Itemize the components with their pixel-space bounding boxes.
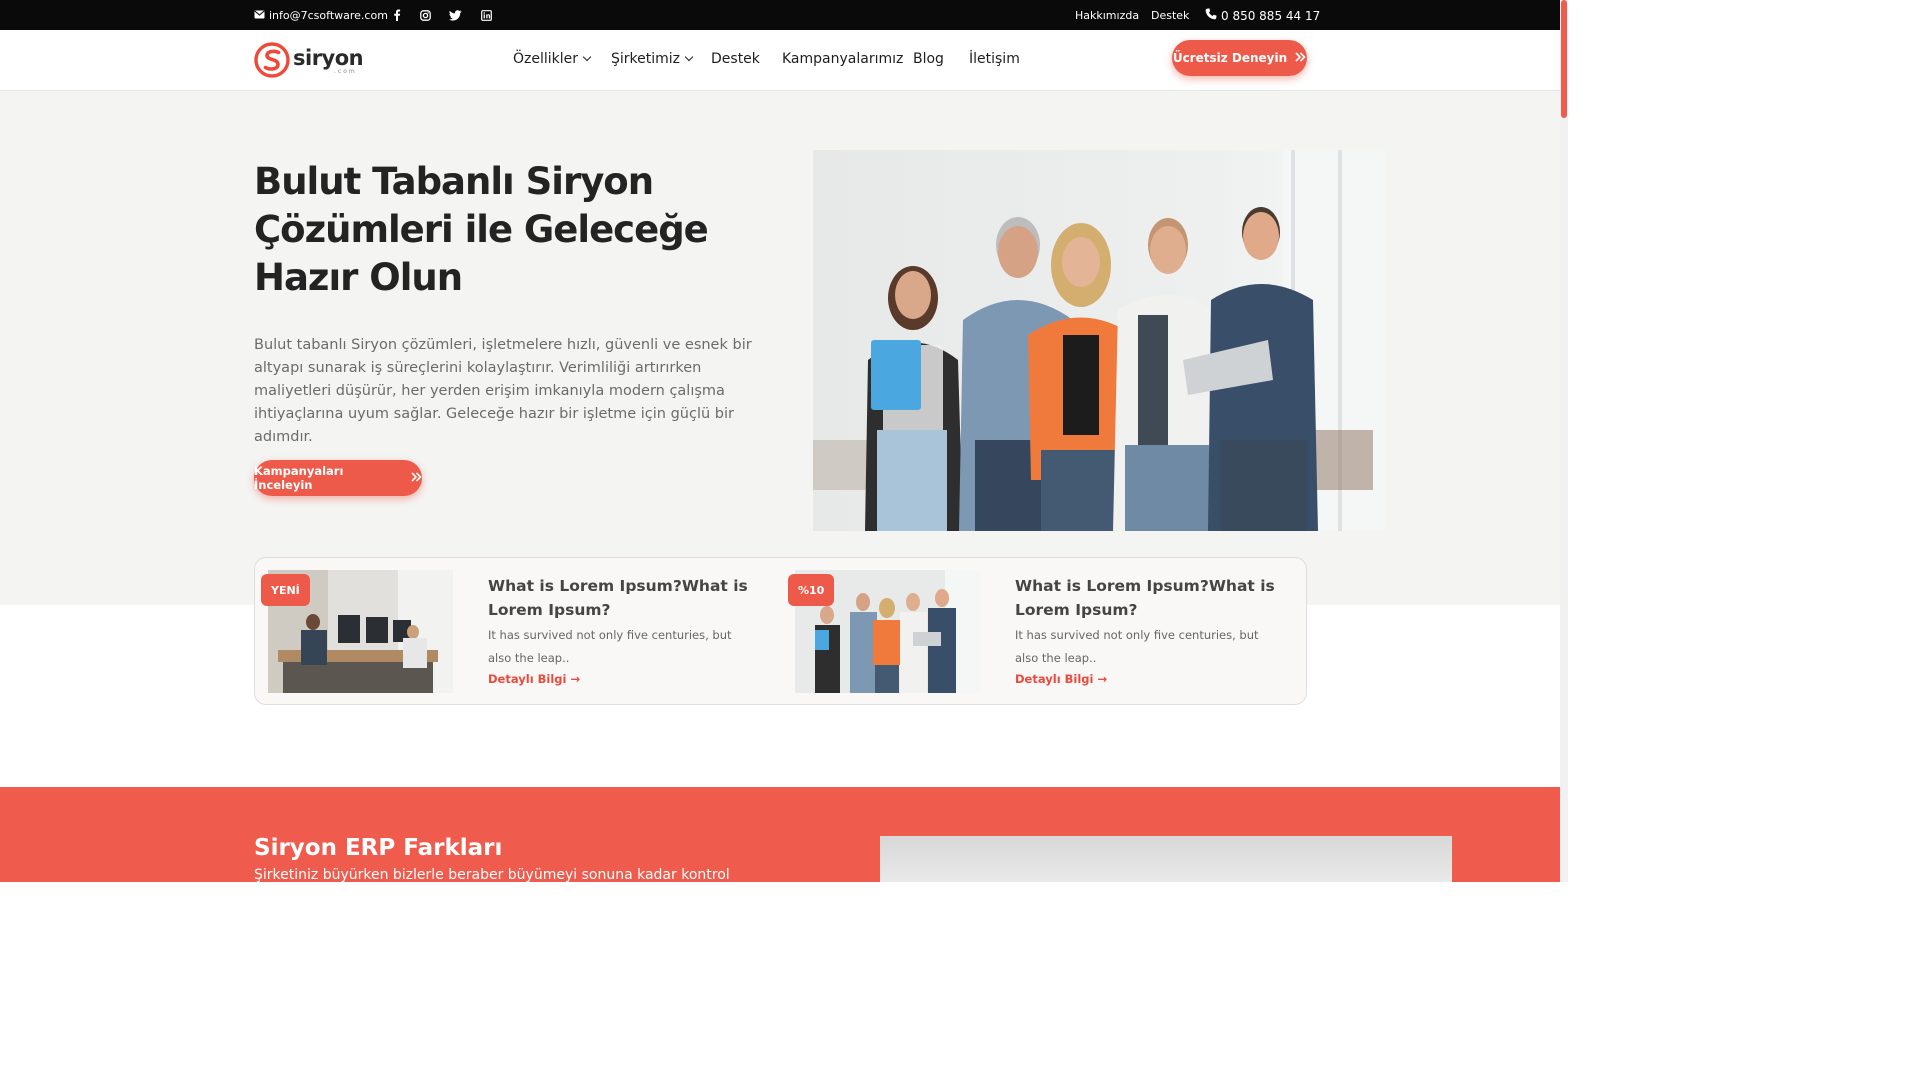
topbar-link-support[interactable]: Destek	[1151, 9, 1189, 22]
section-title: Siryon ERP Farkları	[254, 835, 503, 861]
double-chevron-right-icon	[411, 471, 422, 485]
hero-team-photo	[813, 150, 1385, 531]
facebook-icon[interactable]	[390, 8, 404, 22]
card-detail-link[interactable]: Detaylı Bilgi →	[1015, 672, 1107, 686]
topbar-link-about[interactable]: Hakkımızda	[1075, 9, 1139, 22]
logo-wordmark: siryon	[293, 46, 364, 70]
hero-title: Bulut Tabanlı Siryon Çözümleri ile Gelec…	[254, 160, 709, 299]
nav-campaigns[interactable]: Kampanyalarımız	[782, 51, 903, 67]
hero-description: Bulut tabanlı Siryon çözümleri, işletmel…	[254, 337, 752, 445]
badge-discount: %10	[788, 574, 835, 606]
card-description: It has survived not only five centuries,…	[1015, 628, 1259, 665]
campaigns-button-label: Kampanyaları İnceleyin	[254, 464, 344, 492]
logo-mark-icon	[254, 42, 290, 78]
page-scrollbar[interactable]	[1560, 0, 1568, 882]
email-link[interactable]: info@7csoftware.com	[254, 9, 388, 22]
phone-icon	[1205, 8, 1217, 23]
scrollbar-thumb[interactable]	[1561, 0, 1567, 118]
section-image	[880, 836, 1452, 882]
nav-support[interactable]: Destek	[711, 51, 760, 67]
email-text: info@7csoftware.com	[269, 9, 388, 22]
nav-company[interactable]: Şirketimiz	[611, 51, 694, 67]
main-header: siryon .com Özellikler Şirketimiz Destek…	[0, 30, 1560, 91]
phone-link[interactable]: 0 850 885 44 17	[1205, 8, 1320, 23]
top-bar: info@7csoftware.com Hakkımızda Destek 0 …	[0, 0, 1560, 30]
card-title[interactable]: What is Lorem Ipsum?What is Lorem Ipsum?	[488, 574, 748, 622]
site-logo[interactable]: siryon .com	[254, 42, 364, 78]
double-chevron-right-icon	[1295, 51, 1306, 65]
chevron-down-icon	[582, 52, 592, 62]
badge-new: YENİ	[261, 574, 310, 606]
linkedin-icon[interactable]	[479, 8, 493, 22]
nav-contact[interactable]: İletişim	[969, 51, 1020, 67]
envelope-icon	[254, 9, 265, 22]
campaign-cards: YENİ What is Lorem Ipsum?What is Lorem I…	[254, 557, 1307, 705]
instagram-icon[interactable]	[418, 8, 432, 22]
chevron-down-icon	[684, 52, 694, 62]
card-detail-link[interactable]: Detaylı Bilgi →	[488, 672, 580, 686]
campaigns-button[interactable]: Kampanyaları İnceleyin	[254, 460, 422, 496]
nav-label: Şirketimiz	[611, 51, 681, 67]
nav-label: Özellikler	[513, 51, 579, 67]
free-trial-label: Ücretsiz Deneyin	[1172, 51, 1288, 65]
twitter-icon[interactable]	[448, 8, 462, 22]
nav-features[interactable]: Özellikler	[513, 51, 592, 67]
card-title[interactable]: What is Lorem Ipsum?What is Lorem Ipsum?	[1015, 574, 1275, 622]
erp-differences-section: Siryon ERP Farkları Şirketiniz büyürken …	[0, 787, 1560, 882]
card-description: It has survived not only five centuries,…	[488, 628, 732, 665]
nav-blog[interactable]: Blog	[913, 51, 944, 67]
section-subtitle: Şirketiniz büyürken bizlerle beraber büy…	[254, 867, 730, 882]
logo-subtext: .com	[334, 68, 357, 75]
phone-number: 0 850 885 44 17	[1221, 8, 1321, 23]
free-trial-button[interactable]: Ücretsiz Deneyin	[1172, 40, 1307, 76]
